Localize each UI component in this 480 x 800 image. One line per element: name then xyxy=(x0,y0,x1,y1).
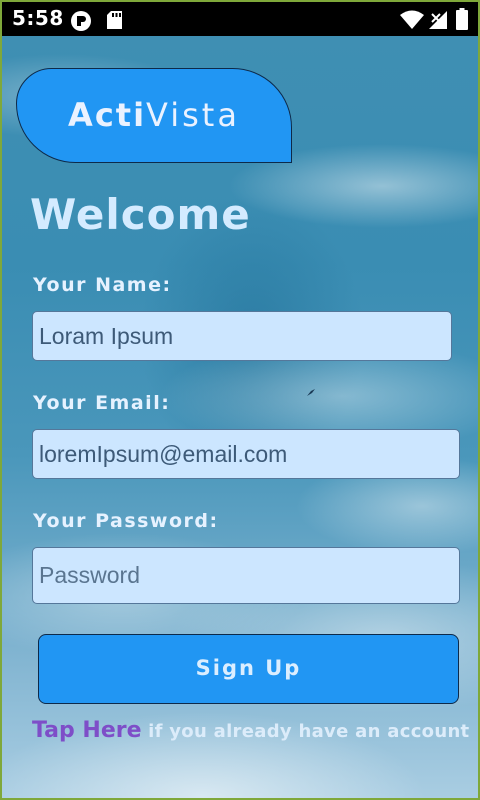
cell-signal-icon xyxy=(428,10,448,34)
battery-icon xyxy=(456,8,468,34)
logo-text-bold: Acti xyxy=(68,96,147,134)
email-label: Your Email: xyxy=(33,392,171,414)
email-input[interactable] xyxy=(32,429,460,479)
login-prompt: Tap Here if you already have an account xyxy=(32,718,469,743)
app-screen: 5:58 ActiVista Welcome Your Name: Loram … xyxy=(0,0,480,800)
sd-card-icon xyxy=(106,10,124,34)
password-input[interactable] xyxy=(32,547,460,604)
password-label: Your Password: xyxy=(33,510,219,532)
bird-icon xyxy=(307,389,315,396)
page-title: Welcome xyxy=(30,190,251,239)
sign-up-button[interactable]: Sign Up xyxy=(38,634,459,704)
app-notification-icon xyxy=(70,10,92,36)
status-bar: 5:58 xyxy=(2,2,478,36)
wifi-icon xyxy=(400,10,424,34)
login-prompt-text: if you already have an account xyxy=(141,721,470,742)
app-logo: ActiVista xyxy=(16,68,292,163)
tap-here-link[interactable]: Tap Here xyxy=(32,718,142,743)
app-logo-text: ActiVista xyxy=(17,96,291,134)
name-input[interactable] xyxy=(32,311,452,361)
logo-text-light: Vista xyxy=(146,96,240,134)
status-time: 5:58 xyxy=(12,6,64,30)
name-label: Your Name: xyxy=(33,274,172,296)
